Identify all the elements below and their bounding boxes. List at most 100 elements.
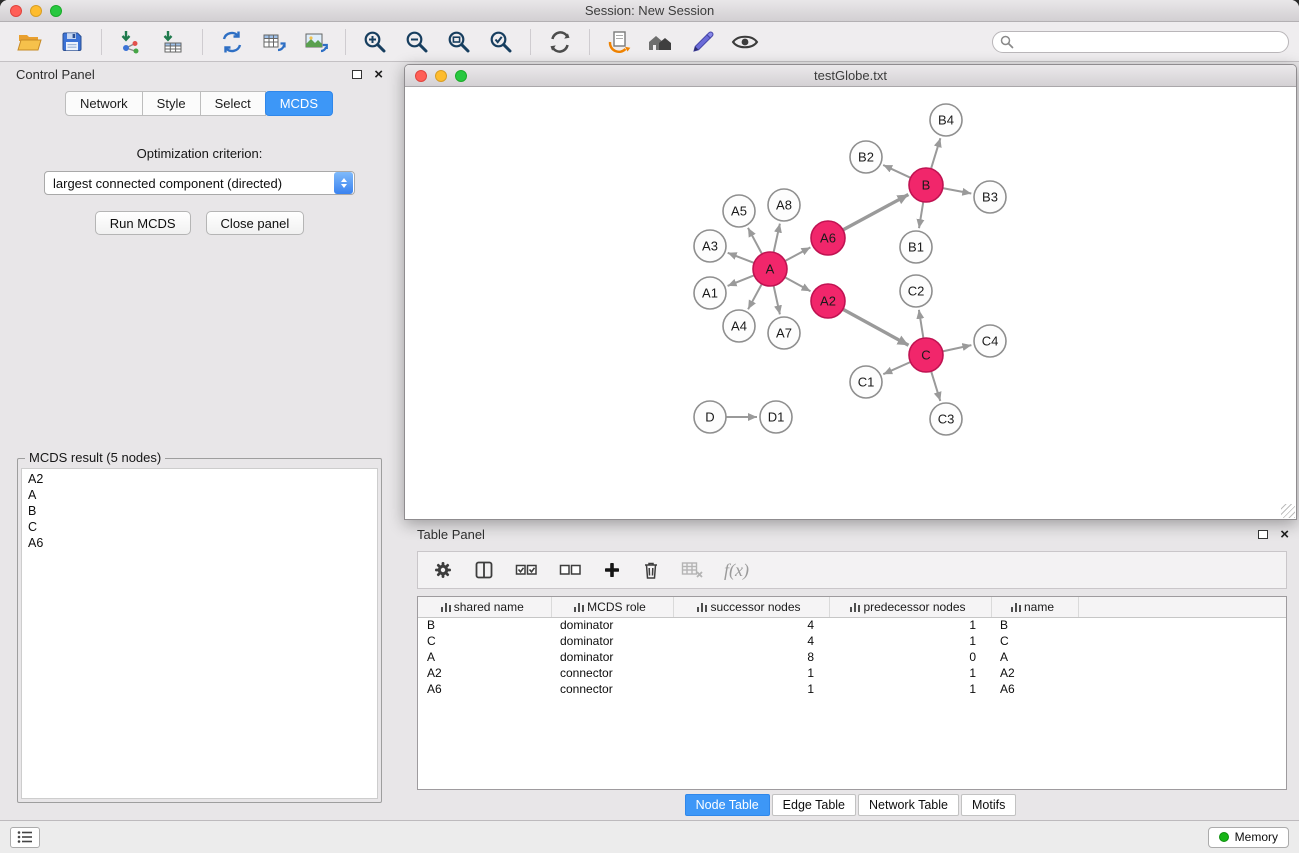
- mcds-result-list[interactable]: A2ABCA6: [21, 468, 378, 799]
- resize-handle[interactable]: [1281, 504, 1295, 518]
- graph-edge-B-B4[interactable]: [931, 138, 940, 169]
- graph-node-A7[interactable]: A7: [768, 317, 800, 349]
- zoom-fit-button[interactable]: [439, 25, 479, 59]
- tab-select[interactable]: Select: [200, 91, 266, 116]
- tab-edge-table[interactable]: Edge Table: [772, 794, 856, 816]
- list-item[interactable]: A2: [28, 471, 371, 487]
- tab-style[interactable]: Style: [142, 91, 201, 116]
- optimization-dropdown[interactable]: largest connected component (directed): [44, 171, 355, 195]
- column-header-predecessor-nodes[interactable]: predecessor nodes: [829, 597, 991, 617]
- import-table-button[interactable]: [153, 25, 193, 59]
- import-network-button[interactable]: [111, 25, 151, 59]
- graph-edge-A-A1[interactable]: [728, 275, 755, 286]
- window-titlebar[interactable]: Session: New Session: [0, 0, 1299, 22]
- tab-network[interactable]: Network: [65, 91, 143, 116]
- show-columns-button[interactable]: [474, 560, 494, 580]
- graph-node-A8[interactable]: A8: [768, 189, 800, 221]
- graph-node-B1[interactable]: B1: [900, 231, 932, 263]
- table-row[interactable]: A2connector11A2: [418, 665, 1286, 681]
- graph-node-B4[interactable]: B4: [930, 104, 962, 136]
- graph-node-A[interactable]: A: [753, 252, 787, 286]
- new-column-button[interactable]: [603, 561, 621, 579]
- graph-edge-A-A8[interactable]: [774, 224, 780, 253]
- zoom-window-button[interactable]: [50, 5, 62, 17]
- close-network-window-button[interactable]: [415, 70, 427, 82]
- list-item[interactable]: A: [28, 487, 371, 503]
- column-header-mcds-role[interactable]: MCDS role: [551, 597, 673, 617]
- graph-node-A6[interactable]: A6: [811, 221, 845, 255]
- list-item[interactable]: B: [28, 503, 371, 519]
- minimize-network-window-button[interactable]: [435, 70, 447, 82]
- zoom-out-button[interactable]: [397, 25, 437, 59]
- network-canvas[interactable]: B4B2BB3A5A8A6B1A3AC2A1A2A4A7C4CC1C3DD1: [405, 87, 1296, 519]
- select-all-button[interactable]: [515, 561, 538, 579]
- close-window-button[interactable]: [10, 5, 22, 17]
- memory-button[interactable]: Memory: [1208, 827, 1289, 848]
- graph-edge-A6-B[interactable]: [843, 195, 908, 230]
- graph-edge-A2-C[interactable]: [843, 309, 909, 345]
- graph-edge-C-C4[interactable]: [943, 345, 972, 351]
- export-table-button[interactable]: [254, 25, 294, 59]
- column-header-name[interactable]: name: [991, 597, 1078, 617]
- graph-edge-A-A2[interactable]: [785, 277, 811, 291]
- minimize-window-button[interactable]: [30, 5, 42, 17]
- graph-edge-C-C2[interactable]: [919, 310, 924, 338]
- table-row[interactable]: Bdominator41B: [418, 617, 1286, 633]
- float-panel-icon[interactable]: [1258, 530, 1268, 539]
- table-row[interactable]: Cdominator41C: [418, 633, 1286, 649]
- graph-edge-A-A7[interactable]: [774, 286, 780, 315]
- search-input[interactable]: [992, 31, 1289, 53]
- table-row[interactable]: Adominator80A: [418, 649, 1286, 665]
- export-network-button[interactable]: [212, 25, 252, 59]
- close-panel-icon[interactable]: ×: [1280, 527, 1289, 542]
- deselect-all-button[interactable]: [559, 561, 582, 579]
- run-mcds-button[interactable]: Run MCDS: [95, 211, 191, 235]
- show-graphics-details-button[interactable]: [725, 25, 765, 59]
- close-panel-icon[interactable]: ×: [374, 67, 383, 82]
- close-panel-button[interactable]: Close panel: [206, 211, 305, 235]
- graph-edge-C-C3[interactable]: [931, 371, 940, 401]
- list-item[interactable]: A6: [28, 535, 371, 551]
- graph-node-A3[interactable]: A3: [694, 230, 726, 262]
- graph-node-C1[interactable]: C1: [850, 366, 882, 398]
- open-session-button[interactable]: [10, 25, 50, 59]
- panel-splitter[interactable]: [391, 62, 404, 820]
- list-item[interactable]: C: [28, 519, 371, 535]
- graph-node-D1[interactable]: D1: [760, 401, 792, 433]
- tab-node-table[interactable]: Node Table: [685, 794, 770, 816]
- graph-edge-A-A4[interactable]: [748, 284, 762, 309]
- graph-node-A5[interactable]: A5: [723, 195, 755, 227]
- save-session-button[interactable]: [52, 25, 92, 59]
- delete-column-button[interactable]: [642, 560, 660, 580]
- function-builder-button[interactable]: f(x): [724, 560, 749, 581]
- graph-edge-C-C1[interactable]: [883, 362, 910, 374]
- graph-node-A1[interactable]: A1: [694, 277, 726, 309]
- graph-edge-B-B2[interactable]: [883, 165, 910, 178]
- graph-node-D[interactable]: D: [694, 401, 726, 433]
- table-row[interactable]: A6connector11A6: [418, 681, 1286, 697]
- zoom-network-window-button[interactable]: [455, 70, 467, 82]
- tab-network-table[interactable]: Network Table: [858, 794, 959, 816]
- tab-mcds[interactable]: MCDS: [265, 91, 333, 116]
- network-window-titlebar[interactable]: testGlobe.txt: [405, 65, 1296, 87]
- export-image-button[interactable]: [296, 25, 336, 59]
- graph-edge-B-B1[interactable]: [919, 202, 923, 228]
- graph-node-C2[interactable]: C2: [900, 275, 932, 307]
- zoom-in-button[interactable]: [355, 25, 395, 59]
- style-button[interactable]: [683, 25, 723, 59]
- graph-edge-A-A6[interactable]: [785, 247, 810, 261]
- graph-node-C3[interactable]: C3: [930, 403, 962, 435]
- search-box[interactable]: [992, 31, 1289, 53]
- graph-edge-A-A5[interactable]: [748, 228, 762, 254]
- column-header-successor-nodes[interactable]: successor nodes: [673, 597, 829, 617]
- float-panel-icon[interactable]: [352, 70, 362, 79]
- graph-node-C[interactable]: C: [909, 338, 943, 372]
- column-header-shared-name[interactable]: shared name: [418, 597, 551, 617]
- graph-node-A2[interactable]: A2: [811, 284, 845, 318]
- graph-node-B[interactable]: B: [909, 168, 943, 202]
- task-history-button[interactable]: [10, 827, 40, 848]
- graph-edge-A-A3[interactable]: [728, 253, 754, 263]
- home-button[interactable]: [641, 25, 681, 59]
- graph-node-A4[interactable]: A4: [723, 310, 755, 342]
- table-settings-button[interactable]: [433, 560, 453, 580]
